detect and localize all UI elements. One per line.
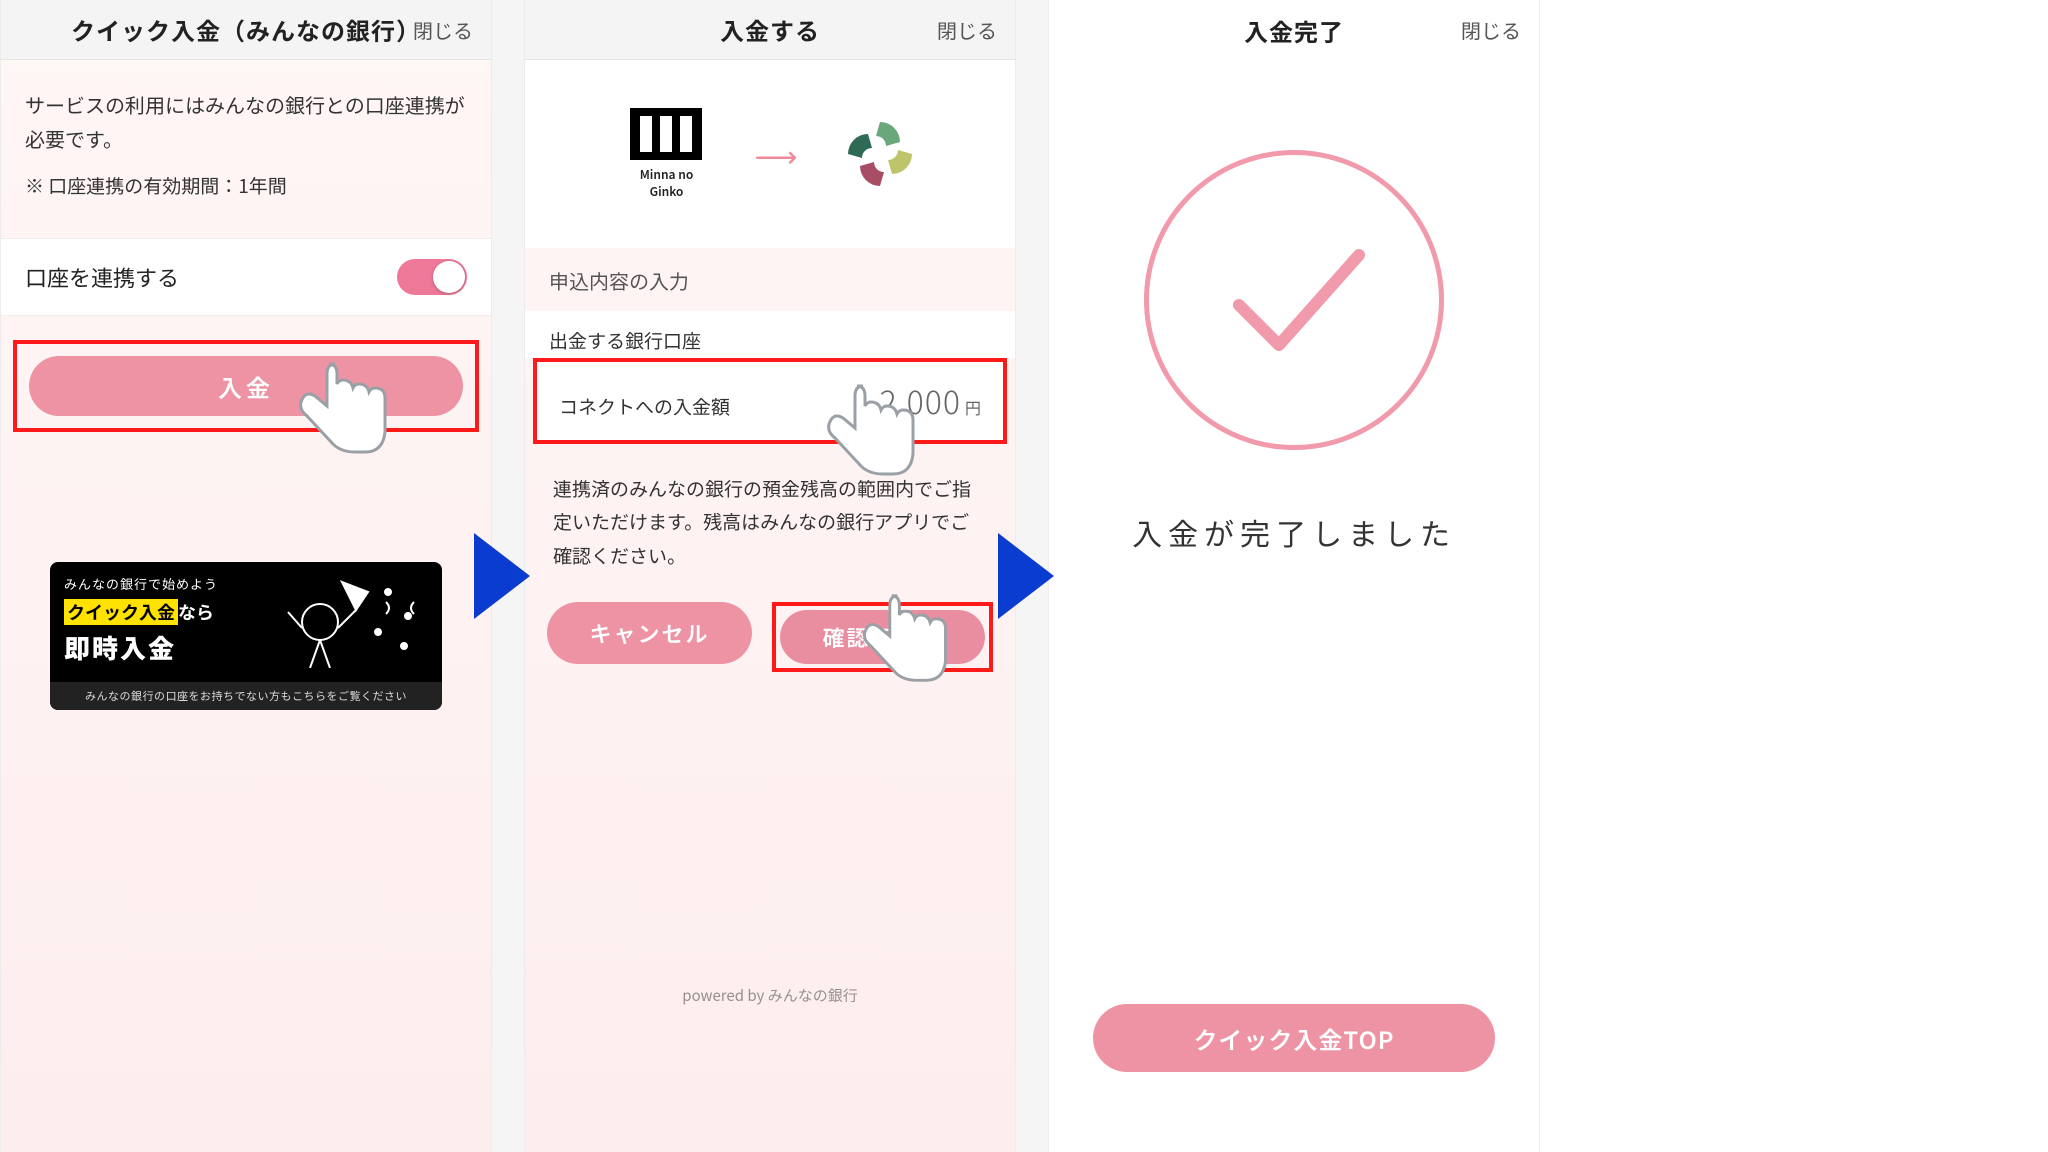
connect-logo-icon [842, 116, 918, 192]
screen-1: クイック入金（みんなの銀行） 閉じる サービスの利用にはみんなの銀行との口座連携… [0, 0, 492, 1152]
amount-note: 連携済のみんなの銀行の預金残高の範囲内でご指定いただけます。残高はみんなの銀行ア… [525, 444, 1015, 572]
promo-banner[interactable]: みんなの銀行で始めよう クイック入金なら 即時入金 みんなの銀行の口座をお持ちで… [50, 562, 442, 710]
check-circle-icon [1144, 150, 1444, 450]
powered-by: powered by みんなの銀行 [525, 985, 1015, 1006]
screen-3: 入金完了 閉じる 入金が完了しました クイック入金TOP [1048, 0, 1540, 1152]
intro-text: サービスの利用にはみんなの銀行との口座連携が必要です。 ※ 口座連携の有効期間：… [1, 60, 491, 202]
amount-label: コネクトへの入金額 [559, 393, 730, 420]
transfer-graphic: Minna no Ginko ⟶ [525, 60, 1015, 248]
minna-logo-icon: Minna no Ginko [622, 108, 710, 200]
close-button[interactable]: 閉じる [413, 15, 473, 44]
intro-note: ※ 口座連携の有効期間：1年間 [25, 170, 467, 202]
button-row: キャンセル 確認画面へ [525, 572, 1015, 672]
deposit-button-highlight: 入金 [13, 340, 479, 432]
page-title: 入金完了 [1244, 13, 1344, 48]
step-arrow-icon [996, 531, 1060, 621]
success-message: 入金が完了しました [1132, 510, 1456, 554]
banner-illustration-icon [268, 572, 428, 668]
arrow-right-icon: ⟶ [754, 132, 797, 176]
confirm-button-highlight: 確認画面へ [772, 602, 993, 672]
confirm-button[interactable]: 確認画面へ [780, 610, 985, 664]
step-arrow-icon [472, 531, 536, 621]
banner-foot: みんなの銀行の口座をお持ちでない方もこちらをご覧ください [50, 682, 442, 710]
link-account-row: 口座を連携する [1, 238, 491, 316]
close-button[interactable]: 閉じる [937, 15, 997, 44]
deposit-button[interactable]: 入金 [29, 356, 463, 416]
account-field-label: 出金する銀行口座 [525, 311, 1015, 358]
cancel-button[interactable]: キャンセル [547, 602, 752, 664]
amount-unit: 円 [965, 395, 981, 419]
quick-deposit-top-button[interactable]: クイック入金TOP [1093, 1004, 1495, 1072]
page-title: 入金する [720, 12, 820, 47]
header: クイック入金（みんなの銀行） 閉じる [1, 0, 491, 60]
link-account-toggle[interactable] [397, 259, 467, 295]
success-panel: 入金が完了しました [1049, 60, 1539, 554]
link-account-label: 口座を連携する [25, 261, 179, 293]
amount-value: 2,000 [880, 378, 961, 424]
screen-2: 入金する 閉じる Minna no Ginko ⟶ 申込内容の入力 出金する銀行… [524, 0, 1016, 1152]
header: 入金する 閉じる [525, 0, 1015, 60]
section-label: 申込内容の入力 [525, 248, 1015, 301]
close-button[interactable]: 閉じる [1461, 16, 1521, 45]
amount-input-row[interactable]: コネクトへの入金額 2,000円 [537, 362, 1003, 440]
page-title: クイック入金（みんなの銀行） [71, 12, 421, 47]
header: 入金完了 閉じる [1049, 0, 1539, 60]
checkmark-icon [1209, 215, 1379, 385]
amount-row-highlight: コネクトへの入金額 2,000円 [533, 358, 1007, 444]
intro-desc: サービスの利用にはみんなの銀行との口座連携が必要です。 [25, 88, 467, 156]
